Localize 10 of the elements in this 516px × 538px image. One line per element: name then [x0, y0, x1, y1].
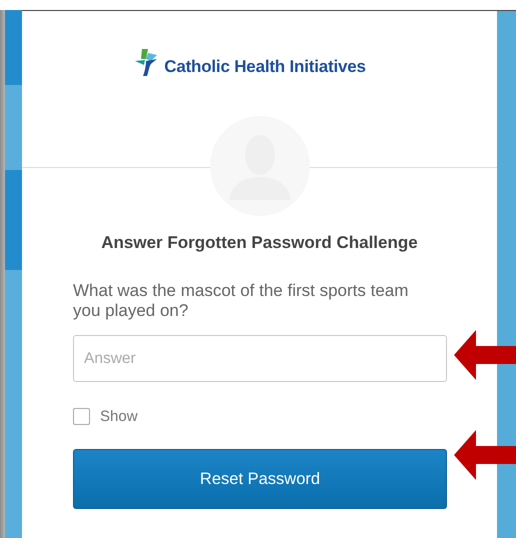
show-checkbox[interactable] — [73, 408, 90, 425]
arrow-icon — [454, 430, 516, 480]
page-title: Answer Forgotten Password Challenge — [100, 233, 419, 253]
answer-field[interactable]: Answer — [73, 335, 447, 382]
logo-text: Catholic Health Initiatives — [164, 57, 366, 77]
arrow-icon — [454, 330, 516, 380]
security-question: What was the mascot of the first sports team you played on? — [73, 281, 410, 321]
avatar-icon — [208, 115, 310, 217]
show-label: Show — [100, 408, 138, 425]
reset-password-button[interactable]: Reset Password — [73, 449, 447, 509]
